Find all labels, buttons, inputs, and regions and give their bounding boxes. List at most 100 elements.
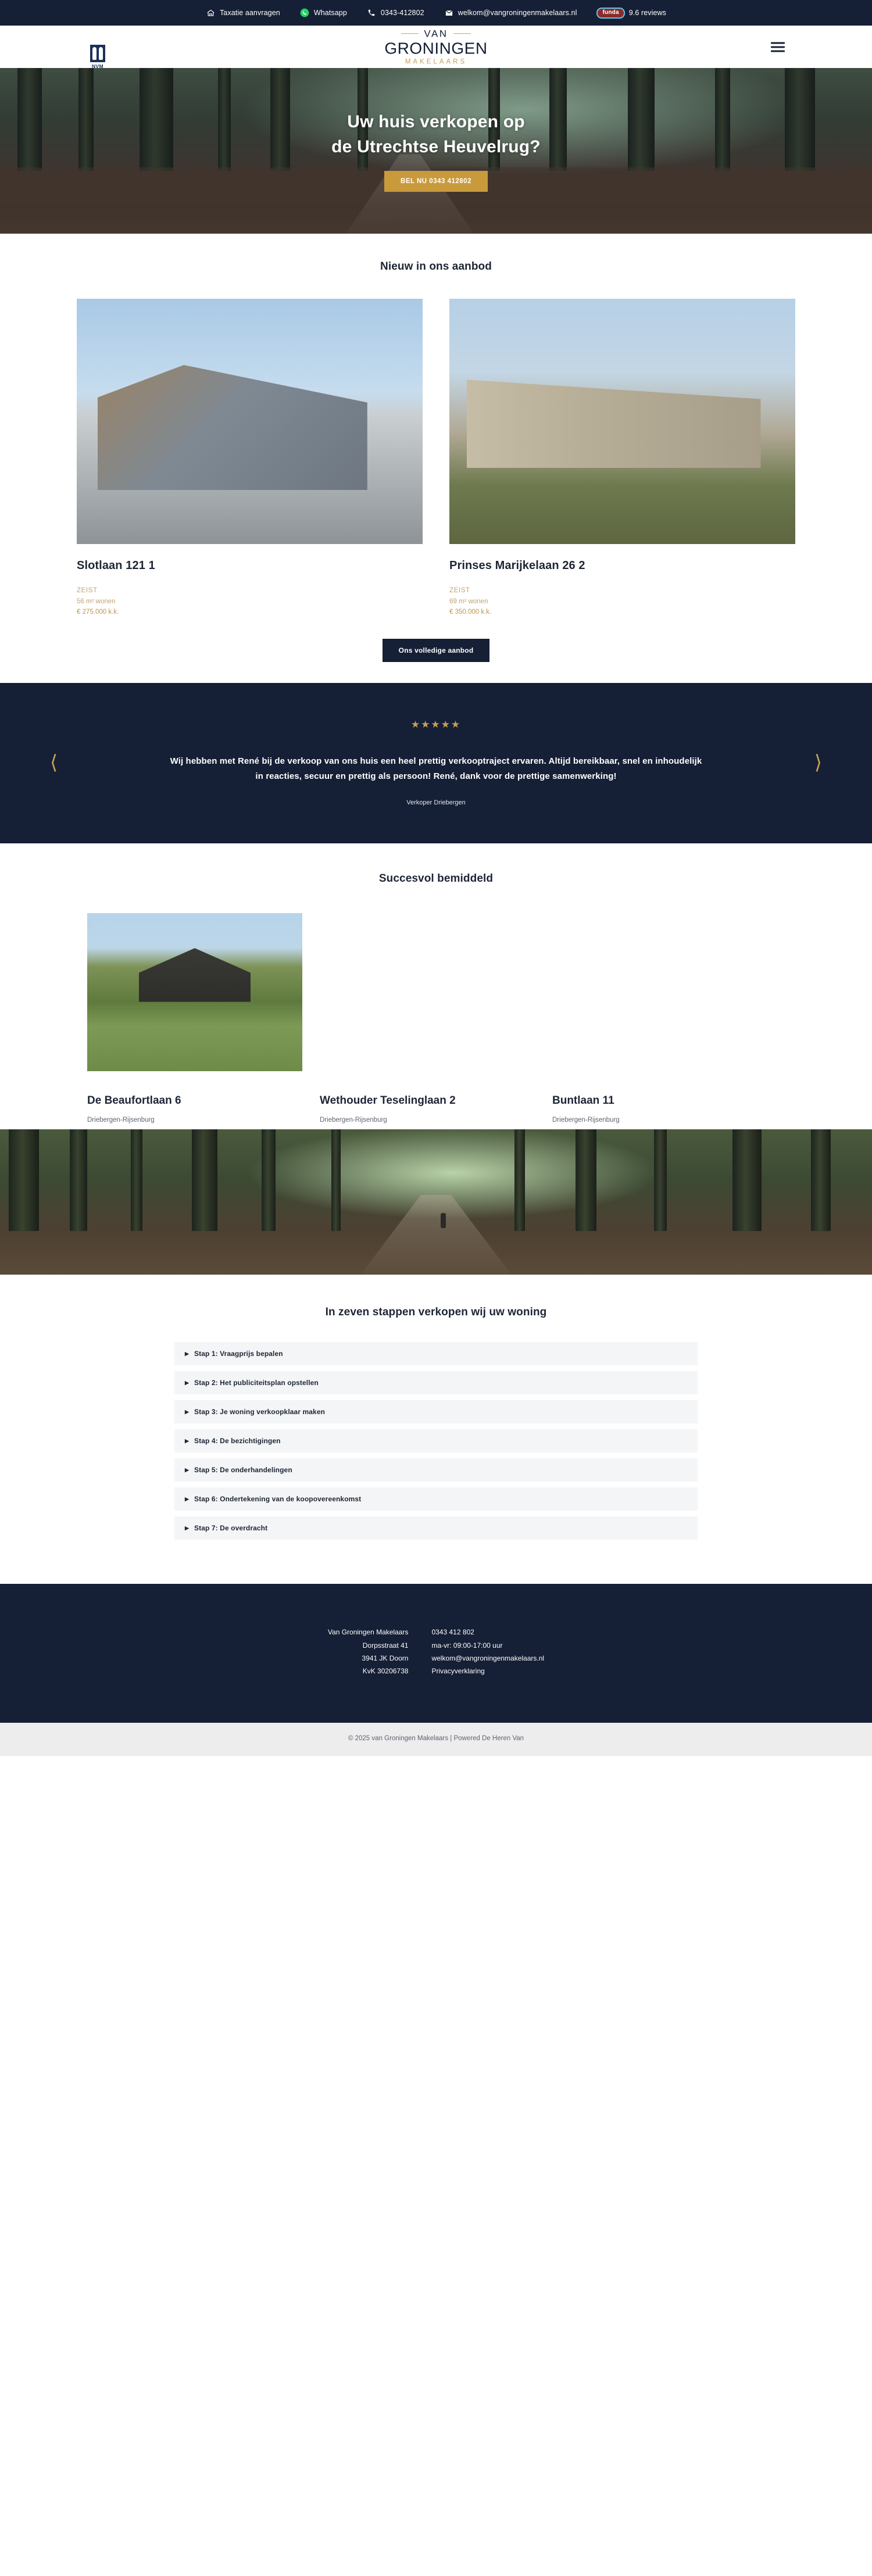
footer-company-name: Van Groningen Makelaars <box>327 1628 409 1637</box>
triangle-right-icon: ▶ <box>185 1466 190 1473</box>
footer-kvk: KvK 30206738 <box>362 1666 409 1675</box>
accordion-item-step-2[interactable]: ▶ Stap 2: Het publiciteitsplan opstellen <box>174 1371 698 1395</box>
brand-logo[interactable]: VAN GRONINGEN MAKELAARS <box>0 28 872 66</box>
hero-banner: Uw huis verkopen op de Utrechtse Heuvelr… <box>0 68 872 234</box>
sold-card[interactable]: De Beaufortlaan 6 Driebergen-Rijsenburg <box>87 913 320 1124</box>
sold-grid: De Beaufortlaan 6 Driebergen-Rijsenburg … <box>87 913 785 1124</box>
chevron-right-icon[interactable]: ⟩ <box>814 753 822 773</box>
listing-title: Slotlaan 121 1 <box>77 559 155 572</box>
triangle-right-icon: ▶ <box>185 1495 190 1502</box>
sold-photo[interactable] <box>552 913 767 1071</box>
topbar-item-taxatie[interactable]: Taxatie aanvragen <box>206 8 280 18</box>
accordion-label: Stap 5: De onderhandelingen <box>194 1466 292 1475</box>
testimonial-section: ⟨ ★★★★★ Wij hebben met René bij de verko… <box>0 682 872 844</box>
sold-listings-section: Succesvol bemiddeld De Beaufortlaan 6 Dr… <box>0 843 872 1130</box>
phone-icon <box>367 8 377 18</box>
footer-opening-hours: ma-vr: 09:00-17:00 uur <box>431 1641 503 1650</box>
accordion-label: Stap 1: Vraagprijs bepalen <box>194 1350 283 1358</box>
sold-listings-heading: Succesvol bemiddeld <box>378 872 494 885</box>
accordion-item-step-7[interactable]: ▶ Stap 7: De overdracht <box>174 1516 698 1540</box>
brand-line-van: VAN <box>0 28 872 38</box>
site-header: NVM VAN GRONINGEN MAKELAARS <box>0 26 872 69</box>
banner-figure <box>440 1213 446 1229</box>
rating-stars: ★★★★★ <box>410 718 462 730</box>
listing-meta: ZEIST 69 m² wonen € 350.000 k.k. <box>449 585 795 618</box>
sold-photo[interactable] <box>87 913 302 1072</box>
accordion-item-step-1[interactable]: ▶ Stap 1: Vraagprijs bepalen <box>174 1342 698 1366</box>
hero-call-cta-button[interactable]: BEL NU 0343 412802 <box>384 171 488 192</box>
topbar-label: 0343-412802 <box>380 9 424 17</box>
footer-phone[interactable]: 0343 412 802 <box>431 1626 544 1638</box>
accordion-item-step-4[interactable]: ▶ Stap 4: De bezichtigingen <box>174 1429 698 1453</box>
listing-city: ZEIST <box>77 587 98 594</box>
funda-icon: funda <box>596 7 625 19</box>
accordion-label: Stap 3: Je woning verkoopklaar maken <box>194 1408 326 1416</box>
footer-company-column: Van Groningen Makelaars Dorpsstraat 41 3… <box>328 1626 409 1677</box>
listing-card[interactable]: Slotlaan 121 1 ZEIST 56 m² wonen € 275.0… <box>77 299 423 618</box>
sold-title: Buntlaan 11 <box>552 1094 614 1107</box>
listing-photo[interactable] <box>77 299 423 544</box>
hero-title: Uw huis verkopen op de Utrechtse Heuvelr… <box>331 110 541 159</box>
listing-price: € 350.000 k.k. <box>449 609 492 616</box>
page-root: Taxatie aanvragen Whatsapp 0343-412802 w… <box>0 0 872 1756</box>
sold-title: De Beaufortlaan 6 <box>87 1094 181 1107</box>
footer-privacy-link[interactable]: Privacyverklaring <box>431 1665 544 1677</box>
triangle-right-icon: ▶ <box>185 1379 190 1386</box>
steps-heading: In zeven stappen verkopen wij uw woning <box>325 1306 547 1319</box>
triangle-right-icon: ▶ <box>185 1437 190 1444</box>
accordion-item-step-5[interactable]: ▶ Stap 5: De onderhandelingen <box>174 1458 698 1482</box>
hero-title-line-2: de Utrechtse Heuvelrug? <box>331 137 541 156</box>
sold-city: Driebergen-Rijsenburg <box>552 1117 620 1124</box>
triangle-right-icon: ▶ <box>185 1350 190 1357</box>
topbar-label: 9.6 reviews <box>628 9 667 17</box>
sold-photo[interactable] <box>320 913 535 1071</box>
accordion-item-step-6[interactable]: ▶ Stap 6: Ondertekening van de koopovere… <box>174 1487 698 1511</box>
testimonial-quote: Wij hebben met René bij de verkoop van o… <box>170 756 702 782</box>
new-listings-heading: Nieuw in ons aanbod <box>380 260 492 273</box>
listing-card[interactable]: Prinses Marijkelaan 26 2 ZEIST 69 m² won… <box>449 299 795 618</box>
brand-line-groningen: GRONINGEN <box>384 38 488 57</box>
listing-size: 69 m² wonen <box>449 598 488 605</box>
listings-grid: Slotlaan 121 1 ZEIST 56 m² wonen € 275.0… <box>0 299 872 618</box>
banner-background <box>0 1129 872 1275</box>
listing-title: Prinses Marijkelaan 26 2 <box>449 559 585 572</box>
accordion-item-step-3[interactable]: ▶ Stap 3: Je woning verkoopklaar maken <box>174 1400 698 1424</box>
listing-meta: ZEIST 56 m² wonen € 275.000 k.k. <box>77 585 423 618</box>
accordion-label: Stap 6: Ondertekening van de koopovereen… <box>194 1495 362 1504</box>
footer-postal-city: 3941 JK Doorn <box>362 1654 409 1662</box>
testimonial-author: Verkoper Driebergen <box>406 799 466 807</box>
listing-city: ZEIST <box>449 587 470 594</box>
brand-line-makelaars: MAKELAARS <box>405 58 467 65</box>
burger-bar <box>771 46 785 48</box>
footer-email[interactable]: welkom@vangroningenmakelaars.nl <box>431 1652 544 1665</box>
valuation-house-icon <box>206 8 216 18</box>
burger-bar <box>771 42 785 44</box>
triangle-right-icon: ▶ <box>185 1408 190 1415</box>
hero-title-line-1: Uw huis verkopen op <box>347 112 525 131</box>
listing-size: 56 m² wonen <box>77 598 116 605</box>
accordion-label: Stap 4: De bezichtigingen <box>194 1437 281 1446</box>
full-offer-button[interactable]: Ons volledige aanbod <box>382 638 490 662</box>
topbar-label: Taxatie aanvragen <box>219 9 280 17</box>
footer-street: Dorpsstraat 41 <box>362 1641 409 1650</box>
mail-icon <box>444 8 454 18</box>
steps-accordion: ▶ Stap 1: Vraagprijs bepalen ▶ Stap 2: H… <box>174 1342 698 1540</box>
triangle-right-icon: ▶ <box>185 1525 190 1531</box>
topbar-item-whatsapp[interactable]: Whatsapp <box>300 8 347 18</box>
topbar-item-phone[interactable]: 0343-412802 <box>367 8 424 18</box>
hamburger-menu-icon[interactable] <box>771 40 785 54</box>
topbar-item-email[interactable]: welkom@vangroningenmakelaars.nl <box>444 8 577 18</box>
utility-topbar: Taxatie aanvragen Whatsapp 0343-412802 w… <box>0 0 872 26</box>
footer-contact-column: 0343 412 802 ma-vr: 09:00-17:00 uur welk… <box>431 1626 544 1677</box>
topbar-item-funda-reviews[interactable]: funda 9.6 reviews <box>596 7 667 19</box>
sold-title: Wethouder Teselinglaan 2 <box>320 1094 456 1107</box>
site-footer: Van Groningen Makelaars Dorpsstraat 41 3… <box>0 1584 872 1723</box>
accordion-label: Stap 7: De overdracht <box>194 1524 268 1533</box>
sold-card[interactable]: Wethouder Teselinglaan 2 Driebergen-Rijs… <box>320 913 552 1124</box>
forest-banner-image <box>0 1129 872 1275</box>
whatsapp-icon <box>300 8 310 18</box>
copyright-bar: © 2025 van Groningen Makelaars | Powered… <box>0 1723 872 1756</box>
listing-photo[interactable] <box>449 299 795 544</box>
chevron-left-icon[interactable]: ⟨ <box>50 753 58 773</box>
sold-card[interactable]: Buntlaan 11 Driebergen-Rijsenburg <box>552 913 785 1124</box>
